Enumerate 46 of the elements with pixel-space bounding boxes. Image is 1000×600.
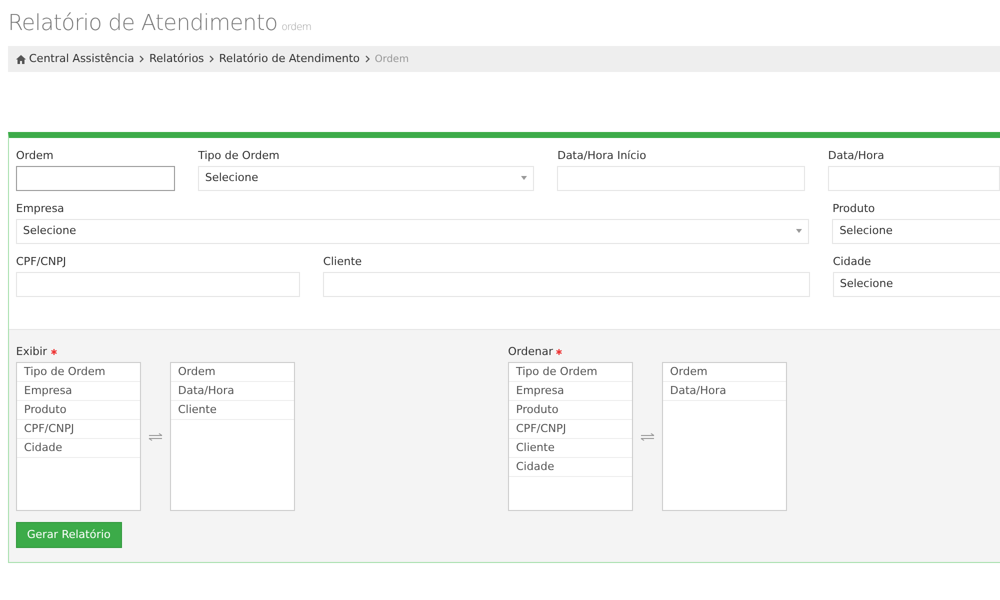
select-field[interactable]: Selecione: [832, 219, 1000, 244]
field-label: Tipo de Ordem: [198, 148, 280, 162]
list-item[interactable]: Cliente: [171, 401, 294, 420]
list-item[interactable]: Empresa: [509, 382, 632, 401]
breadcrumb-current: Ordem: [374, 52, 409, 66]
page-title: Relatório de Atendimento: [8, 11, 278, 36]
list-item[interactable]: CPF/CNPJ: [509, 420, 632, 439]
page-subtitle: ordem: [281, 22, 312, 33]
chevron-icon: [209, 55, 214, 63]
field-label: CPF/CNPJ: [16, 254, 68, 268]
picker-label: Exibir: [16, 345, 48, 358]
list-item[interactable]: Ordem: [171, 363, 294, 382]
home-icon: [16, 54, 26, 64]
field-label: Produto: [832, 201, 876, 215]
breadcrumb-link[interactable]: Relatórios: [149, 50, 204, 68]
breadcrumb-link[interactable]: Relatório de Atendimento: [219, 50, 360, 68]
list-item[interactable]: Data/Hora: [663, 382, 786, 401]
list-item[interactable]: Empresa: [17, 382, 140, 401]
list-item[interactable]: Cliente: [509, 439, 632, 458]
select-field[interactable]: Selecione: [198, 166, 534, 191]
caret-icon: [796, 229, 802, 233]
list-item[interactable]: Cidade: [509, 458, 632, 477]
list-item[interactable]: Tipo de Ordem: [17, 363, 140, 382]
list-item[interactable]: CPF/CNPJ: [17, 420, 140, 439]
caret-icon: [521, 176, 528, 180]
list-item[interactable]: Cidade: [17, 439, 140, 458]
field-label: Empresa: [16, 201, 66, 215]
field-label: Cidade: [832, 254, 872, 268]
list-item[interactable]: Produto: [509, 401, 632, 420]
list-item[interactable]: Ordem: [663, 363, 786, 382]
select-field[interactable]: Selecione: [16, 219, 810, 244]
field-label: Ordem: [16, 148, 54, 162]
field-label: Data/Hora Início: [557, 148, 648, 162]
list-item[interactable]: Tipo de Ordem: [509, 363, 632, 382]
input-field[interactable]: [16, 166, 176, 191]
field-label: Data/Hora: [828, 148, 886, 162]
field-label: Cliente: [323, 254, 363, 268]
list-item[interactable]: Data/Hora: [171, 382, 294, 401]
breadcrumb-link[interactable]: Central Assistência: [16, 50, 134, 68]
swap-arrows-icon: [148, 432, 163, 440]
swap-arrows-icon: [640, 432, 655, 440]
picker-label: Ordenar: [508, 345, 553, 358]
select-field[interactable]: Selecione: [832, 272, 1000, 297]
list-item[interactable]: Produto: [17, 401, 140, 420]
chevron-icon: [364, 55, 370, 63]
chevron-icon: [139, 55, 144, 63]
